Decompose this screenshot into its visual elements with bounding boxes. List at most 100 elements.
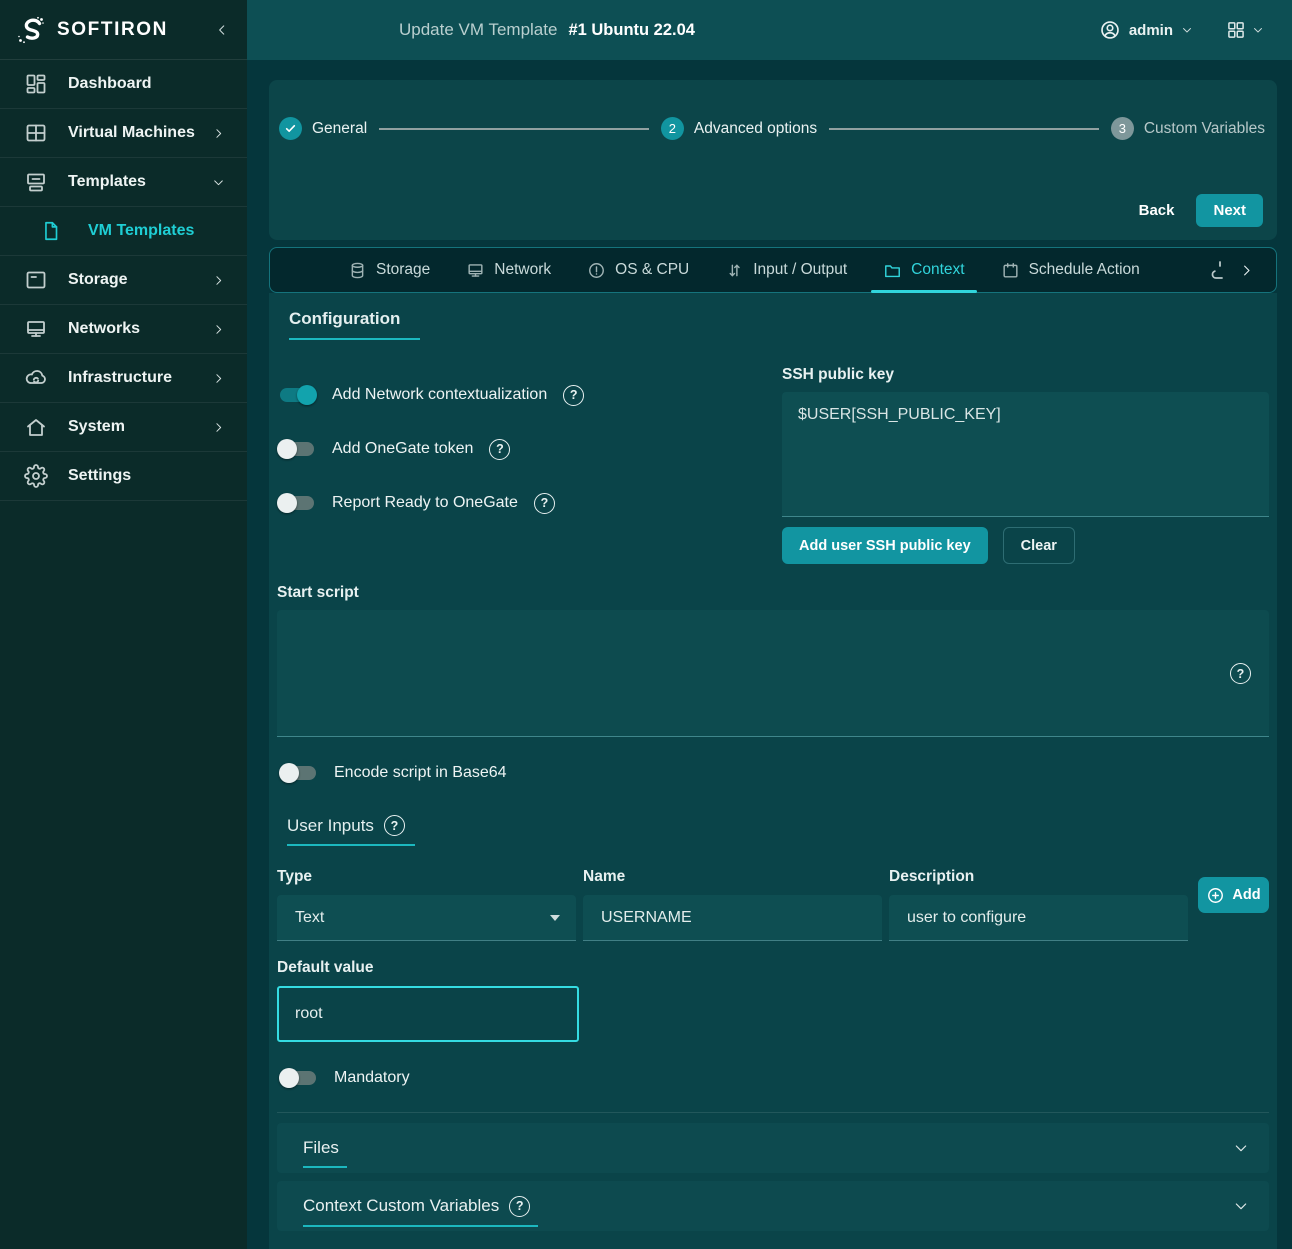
sidebar-item-virtual-machines[interactable]: Virtual Machines <box>0 109 247 158</box>
start-script-textarea[interactable] <box>277 610 1269 737</box>
default-value-label: Default value <box>277 959 374 976</box>
context-custom-variables-accordion[interactable]: Context Custom Variables <box>277 1181 1269 1231</box>
sidebar-item-vm-templates[interactable]: VM Templates <box>0 207 247 256</box>
info-circle-icon <box>587 261 606 280</box>
sidebar-item-label: Networks <box>68 320 141 337</box>
user-inputs-row: Type Text Name Description Add <box>277 868 1269 941</box>
user-name: admin <box>1128 21 1173 39</box>
help-icon[interactable] <box>563 384 585 406</box>
tab-context[interactable]: Context <box>871 248 978 293</box>
network-contextualization-toggle[interactable] <box>277 385 317 405</box>
monitor-icon <box>466 261 485 280</box>
help-icon[interactable] <box>533 492 555 514</box>
ssh-public-key-textarea[interactable]: $USER[SSH_PUBLIC_KEY] <box>782 392 1269 517</box>
header-actions: admin <box>1099 0 1264 60</box>
calendar-icon <box>1001 261 1020 280</box>
help-icon[interactable] <box>383 815 405 836</box>
stepper-connector <box>379 127 649 130</box>
vm-icon <box>24 121 48 145</box>
onegate-token-toggle[interactable] <box>277 439 317 459</box>
sidebar-item-label: Settings <box>68 467 132 484</box>
template-tabbar: Storage Network OS & CPU Input / Output … <box>269 247 1277 293</box>
sidebar-item-storage[interactable]: Storage <box>0 256 247 305</box>
softiron-logo-icon <box>14 13 48 47</box>
tab-os-cpu[interactable]: OS & CPU <box>575 248 701 292</box>
context-custom-variables-heading: Context Custom Variables <box>303 1186 539 1227</box>
sidebar-item-templates[interactable]: Templates <box>0 158 247 207</box>
tab-schedule-action[interactable]: Schedule Action <box>989 248 1152 292</box>
context-custom-variables-title: Context Custom Variables <box>303 1196 500 1215</box>
next-button[interactable]: Next <box>1196 194 1263 227</box>
step-custom-variables[interactable]: 3 Custom Variables <box>1110 117 1266 140</box>
sidebar: SOFTIRON Dashboard Virtual Machines Temp… <box>0 0 247 1249</box>
type-label: Type <box>277 868 313 885</box>
top-header: Update VM Template #1 Ubuntu 22.04 admin <box>247 0 1292 60</box>
sidebar-item-dashboard[interactable]: Dashboard <box>0 60 247 109</box>
chevron-down-icon[interactable] <box>1233 1198 1249 1214</box>
step-advanced-options[interactable]: 2 Advanced options <box>660 117 818 140</box>
sidebar-item-networks[interactable]: Networks <box>0 305 247 354</box>
description-label: Description <box>889 868 975 885</box>
chevron-down-icon[interactable] <box>1233 1140 1249 1156</box>
sidebar-nav: Dashboard Virtual Machines Templates VM … <box>0 60 247 501</box>
sidebar-collapse-icon[interactable] <box>215 23 229 37</box>
type-select[interactable]: Text <box>277 895 576 941</box>
help-icon[interactable] <box>489 438 511 460</box>
wizard-actions: Back Next <box>1139 194 1263 227</box>
help-icon[interactable] <box>1230 663 1251 684</box>
dashboard-icon <box>24 72 48 96</box>
infrastructure-icon <box>24 366 48 390</box>
sidebar-item-infrastructure[interactable]: Infrastructure <box>0 354 247 403</box>
page-title: Update VM Template <box>399 20 558 39</box>
toggle-label: Mandatory <box>334 1069 410 1086</box>
sidebar-item-label: Infrastructure <box>68 369 173 386</box>
tab-network[interactable]: Network <box>454 248 563 292</box>
apps-menu-button[interactable] <box>1226 20 1264 40</box>
user-menu-button[interactable]: admin <box>1099 19 1193 41</box>
add-user-input-button[interactable]: Add <box>1198 877 1269 913</box>
toggle-row-onegate-token: Add OneGate token <box>277 422 782 476</box>
encode-base64-row: Encode script in Base64 <box>277 753 1269 793</box>
chevron-down-icon <box>1252 24 1264 36</box>
tab-input-output[interactable]: Input / Output <box>713 248 859 292</box>
back-button[interactable]: Back <box>1139 202 1175 219</box>
tab-label: OS & CPU <box>615 261 690 278</box>
report-ready-toggle[interactable] <box>277 493 317 513</box>
chevron-down-icon <box>212 176 225 189</box>
help-icon[interactable] <box>509 1195 531 1217</box>
ssh-public-key-label: SSH public key <box>782 366 894 383</box>
sidebar-item-settings[interactable]: Settings <box>0 452 247 501</box>
encode-base64-toggle[interactable] <box>279 763 319 783</box>
tab-label: Context <box>911 261 965 278</box>
step-label: Advanced options <box>693 119 818 137</box>
database-icon <box>348 261 367 280</box>
sidebar-item-label: Dashboard <box>68 75 152 92</box>
tabs-scroll-next-icon[interactable] <box>1239 263 1254 278</box>
tab-storage[interactable]: Storage <box>336 248 442 292</box>
default-value-block: Default value <box>277 959 1269 1042</box>
templates-icon <box>24 170 48 194</box>
tab-label: Input / Output <box>753 261 848 278</box>
folder-icon <box>883 261 902 280</box>
tab-label: Network <box>494 261 552 278</box>
sidebar-item-label: Templates <box>68 173 146 190</box>
add-button-label: Add <box>1232 887 1261 903</box>
step-label: Custom Variables <box>1143 119 1266 137</box>
brand-name: SOFTIRON <box>57 18 168 40</box>
mandatory-toggle[interactable] <box>279 1068 319 1088</box>
default-value-input[interactable] <box>277 986 579 1042</box>
step-number: 2 <box>660 117 684 140</box>
step-general[interactable]: General <box>279 117 367 140</box>
sidebar-item-label: Virtual Machines <box>68 124 195 141</box>
select-arrow-icon <box>550 914 560 921</box>
tab-partial-icon <box>1210 260 1226 282</box>
clear-ssh-key-button[interactable]: Clear <box>1002 527 1075 564</box>
add-user-ssh-key-button[interactable]: Add user SSH public key <box>782 527 988 564</box>
toggle-label: Encode script in Base64 <box>334 764 507 781</box>
files-accordion[interactable]: Files <box>277 1123 1269 1173</box>
wizard-steps: General 2 Advanced options 3 Custom Vari… <box>269 80 1277 140</box>
name-input[interactable] <box>583 895 882 941</box>
sidebar-item-system[interactable]: System <box>0 403 247 452</box>
storage-icon <box>24 268 48 292</box>
description-input[interactable] <box>889 895 1188 941</box>
